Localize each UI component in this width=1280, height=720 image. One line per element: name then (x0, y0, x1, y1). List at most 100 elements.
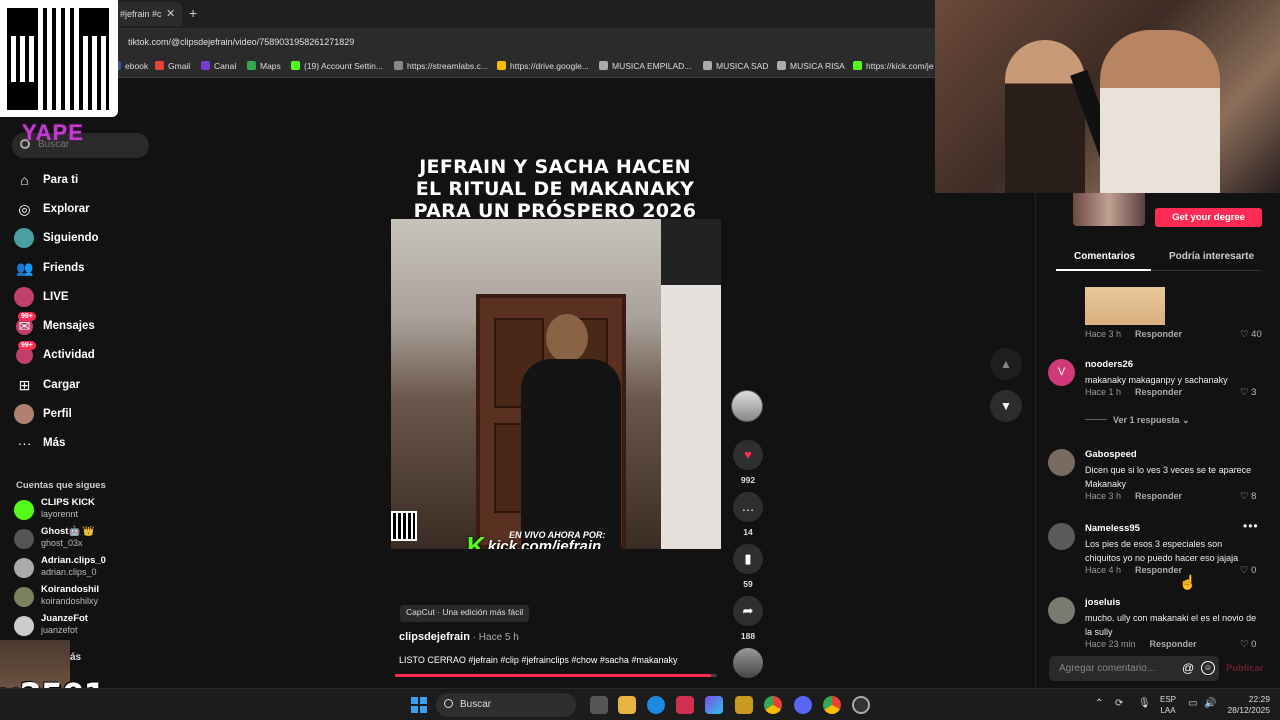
followed-account[interactable]: Adrian.clips_0 adrian.clips_0 (14, 554, 154, 582)
language-indicator[interactable]: ESP LAA (1160, 694, 1176, 716)
avatar[interactable] (1048, 523, 1075, 550)
bookmark-item[interactable]: (19) Account Settin... (291, 61, 383, 71)
see-more-accounts[interactable]: ás (70, 652, 81, 663)
reply-button[interactable]: Responder (1135, 565, 1182, 575)
tab-close-icon[interactable]: ✕ (166, 7, 175, 20)
followed-account[interactable]: JuanzeFot juanzefot (14, 612, 154, 640)
video-player[interactable]: EN VIVO AHORA POR: Kkick.com/jefrain (391, 219, 721, 549)
next-video-button[interactable]: ▼ (990, 390, 1022, 422)
windows-start-icon[interactable] (411, 697, 427, 713)
reply-button[interactable]: Responder (1135, 491, 1182, 501)
sidebar-item-messages[interactable]: ✉ 99+ Mensajes (14, 312, 154, 340)
bookmark-item[interactable]: https://drive.google... (497, 61, 589, 71)
sidebar-item-more[interactable]: ··· Más (14, 431, 154, 457)
more-options-icon[interactable]: ••• (1243, 519, 1259, 533)
sound-avatar[interactable] (733, 648, 763, 678)
bookmark-item[interactable]: https://kick.com/je (853, 61, 934, 71)
tray-sync-icon[interactable]: ⟳ (1115, 698, 1123, 709)
store-icon[interactable] (676, 696, 694, 714)
mention-icon[interactable]: @ (1182, 661, 1194, 675)
sidebar-item-following[interactable]: Siguiendo (14, 226, 154, 252)
comment-username[interactable]: joseluis (1085, 597, 1120, 608)
emoji-icon[interactable]: ☺ (1201, 661, 1215, 675)
network-icon[interactable]: ▭ (1188, 698, 1197, 709)
comment-like[interactable]: ♡ 0 (1240, 565, 1256, 576)
comment-like[interactable]: ♡ 3 (1240, 387, 1256, 398)
reply-button[interactable]: Responder (1150, 639, 1197, 649)
comment-username[interactable]: Gabospeed (1085, 449, 1137, 460)
bookmark-label: Canal (214, 61, 237, 71)
bookmark-item[interactable]: MUSICA EMPILAD... (599, 61, 691, 71)
video-author[interactable]: clipsdejefrain · Hace 5 h (399, 631, 519, 643)
capcut-tag[interactable]: CapCut · Una edición más fácil (400, 605, 530, 622)
tab-comments[interactable]: Comentarios (1074, 251, 1135, 262)
address-bar[interactable]: tiktok.com/@clipsdejefrain/video/7589031… (0, 28, 935, 56)
bookmark-item[interactable]: MUSICA RISA (777, 61, 845, 71)
avatar[interactable]: V (1048, 359, 1075, 386)
tray-chevron-icon[interactable]: ⌃ (1095, 698, 1103, 709)
sidebar-item-for-you[interactable]: ⌂ Para ti (14, 168, 154, 194)
avatar[interactable] (1048, 597, 1075, 624)
creator-avatar[interactable] (731, 390, 763, 422)
bookmark-item[interactable]: Canal (201, 61, 236, 71)
get-degree-button[interactable]: Get your degree (1155, 208, 1262, 227)
like-action[interactable]: ♥ 992 (733, 440, 763, 485)
sidebar-item-explore[interactable]: ◎ Explorar (14, 197, 154, 223)
more-icon: ··· (17, 435, 32, 451)
sidebar-item-label: Siguiendo (43, 232, 99, 244)
followed-account[interactable]: Ghost🤖 👑 ghost_03x (14, 525, 154, 553)
bookmark-item[interactable]: Maps (247, 61, 281, 71)
reply-button[interactable]: Responder (1135, 387, 1182, 397)
view-replies-button[interactable]: Ver 1 respuesta ⌄ (1085, 415, 1190, 426)
sidebar-item-profile[interactable]: Perfil (14, 402, 154, 428)
share-action[interactable]: ➦ 188 (733, 596, 763, 641)
comment-action[interactable]: … 14 (733, 492, 763, 537)
comment-like[interactable]: ♡ 0 (1240, 639, 1256, 650)
followed-account[interactable]: Koirandoshil koirandoshilxy (14, 583, 154, 611)
chrome-icon[interactable] (764, 696, 782, 714)
chevron-down-icon: ⌄ (1179, 415, 1190, 425)
bookmark-item[interactable]: Gmail (155, 61, 190, 71)
sidebar-item-friends[interactable]: 👥 Friends (14, 256, 154, 282)
bookmark-item[interactable]: MUSICA SAD (703, 61, 768, 71)
clock[interactable]: 22:29 28/12/2025 (1222, 694, 1270, 716)
share-icon[interactable]: ➦ (733, 596, 763, 626)
clock-date: 28/12/2025 (1227, 705, 1270, 715)
obs-icon[interactable] (852, 696, 870, 714)
video-title-overlay: JEFRAIN Y SACHA HACEN EL RITUAL DE MAKAN… (390, 156, 720, 222)
followed-account[interactable]: CLIPS KICK layorennt (14, 496, 154, 524)
taskbar-search[interactable]: Buscar (436, 693, 576, 717)
bookmark-item[interactable]: https://streamlabs.c... (394, 61, 488, 71)
comment-input[interactable]: Agregar comentario... @ ☺ (1049, 656, 1219, 681)
live-avatar (14, 287, 34, 307)
new-tab-button[interactable]: + (189, 5, 197, 21)
volume-icon[interactable]: 🔊 (1204, 698, 1216, 709)
heart-icon[interactable]: ♥ (733, 440, 763, 470)
comment-like[interactable]: ♡ 40 (1240, 329, 1262, 340)
video-progress-bar[interactable] (395, 674, 717, 677)
game-icon[interactable] (735, 696, 753, 714)
edge-icon[interactable] (647, 696, 665, 714)
previous-video-button[interactable]: ▲ (990, 348, 1022, 380)
discord-icon[interactable] (794, 696, 812, 714)
comment-username[interactable]: Nameless95 (1085, 523, 1140, 534)
sidebar-item-upload[interactable]: ⊞ Cargar (14, 373, 154, 399)
bookmark-icon[interactable]: ▮ (733, 544, 763, 574)
chrome-profile-icon[interactable] (823, 696, 841, 714)
file-explorer-icon[interactable] (618, 696, 636, 714)
video-person-right (661, 219, 721, 549)
task-view-icon[interactable] (590, 696, 608, 714)
publish-button[interactable]: Publicar (1226, 663, 1264, 674)
sidebar-item-live[interactable]: LIVE (14, 285, 154, 311)
microphone-icon[interactable]: 🎙 (1138, 698, 1151, 709)
comment-icon[interactable]: … (733, 492, 763, 522)
reply-button[interactable]: Responder (1135, 329, 1182, 339)
sidebar-item-activity[interactable]: 99+ Actividad (14, 341, 154, 369)
copilot-icon[interactable] (705, 696, 723, 714)
comment-like[interactable]: ♡ 8 (1240, 491, 1256, 502)
comment-image[interactable] (1085, 287, 1165, 325)
comment-username[interactable]: nooders26 (1085, 359, 1133, 370)
avatar[interactable] (1048, 449, 1075, 476)
tab-recommended[interactable]: Podría interesarte (1169, 251, 1254, 262)
save-action[interactable]: ▮ 59 (733, 544, 763, 589)
